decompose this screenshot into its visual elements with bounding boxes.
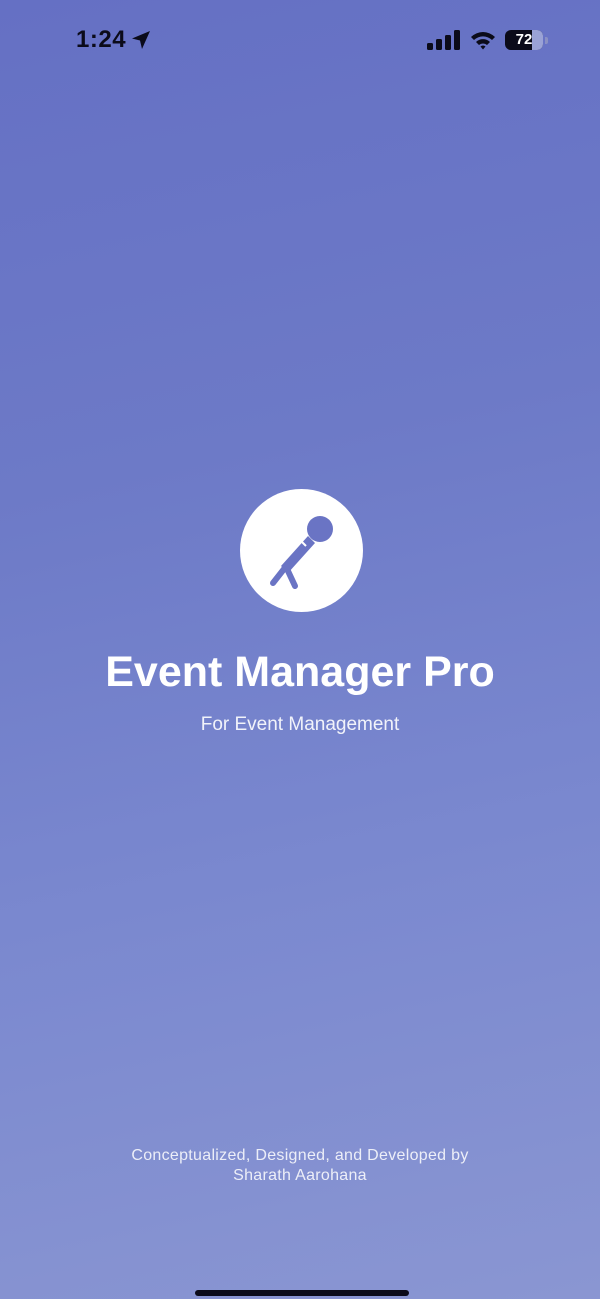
status-bar: 1:24 72 — [0, 0, 600, 80]
battery-body: 72 — [505, 30, 543, 50]
developer-name: Sharath Aarohana — [233, 1167, 367, 1184]
wifi-icon — [471, 32, 495, 50]
credit-line: Conceptualized, Designed, and Developed … — [131, 1147, 469, 1164]
credits: Conceptualized, Designed, and Developed … — [0, 1146, 600, 1186]
battery-level: 72 — [515, 31, 533, 48]
microphone-icon — [270, 516, 333, 589]
home-indicator[interactable] — [195, 1290, 409, 1296]
battery-cap — [545, 37, 548, 44]
location-arrow-icon — [132, 31, 150, 49]
app-title: Event Manager Pro — [105, 648, 495, 696]
status-time: 1:24 — [76, 26, 127, 53]
battery-icon: 72 — [505, 30, 549, 50]
app-subtitle: For Event Management — [200, 714, 400, 735]
cellular-signal-icon — [427, 30, 460, 50]
app-logo — [240, 489, 363, 612]
